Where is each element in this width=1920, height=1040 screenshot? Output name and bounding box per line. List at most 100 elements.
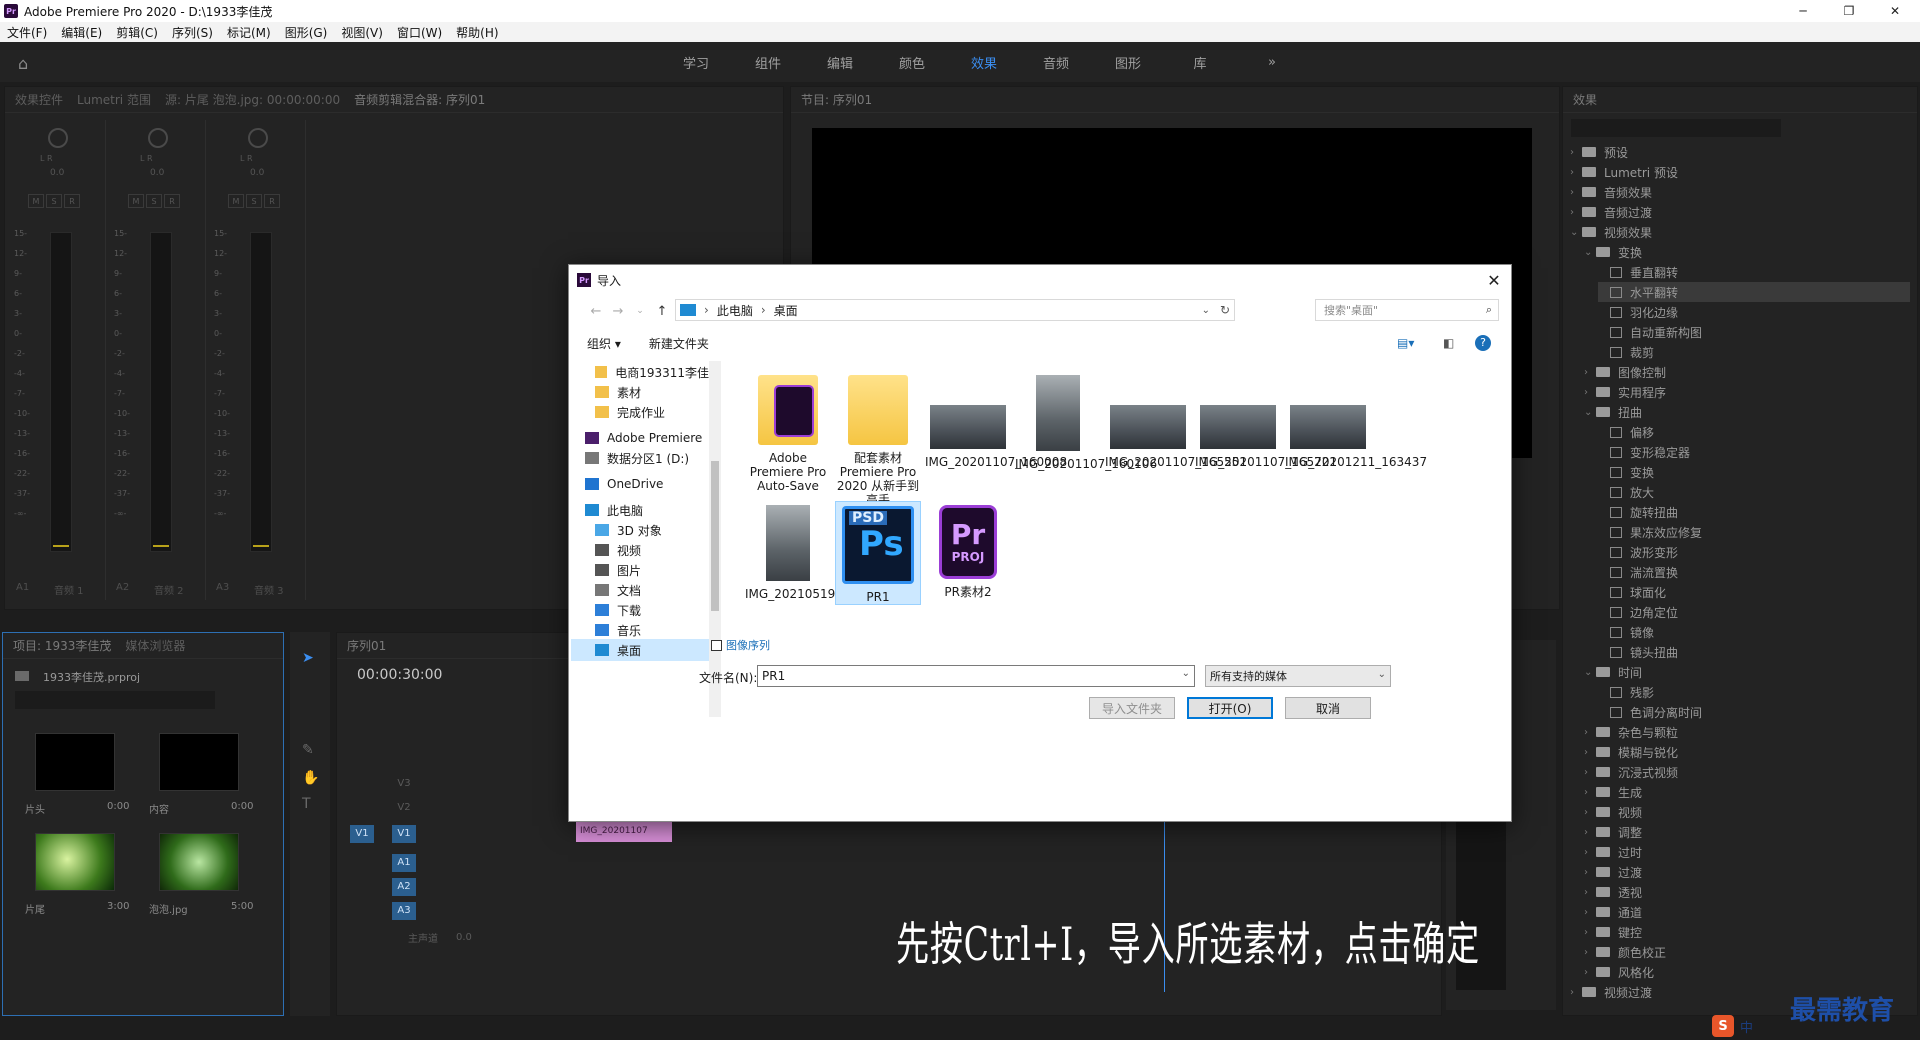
- nav-scrollbar[interactable]: [709, 361, 721, 717]
- project-item-thumb[interactable]: [159, 733, 239, 791]
- nav-item[interactable]: 素材: [571, 381, 709, 403]
- image-sequence-label[interactable]: 图像序列: [726, 637, 770, 653]
- nav-item[interactable]: Adobe Premiere: [571, 427, 709, 449]
- effects-tree-item[interactable]: › 沉浸式视频: [1584, 762, 1910, 782]
- chevron-right-icon[interactable]: ›: [1570, 167, 1582, 178]
- forward-arrow-icon[interactable]: →: [607, 304, 629, 319]
- file-item[interactable]: IMG_20201107_165721: [1195, 371, 1337, 469]
- chevron-right-icon[interactable]: ›: [1584, 387, 1596, 398]
- timeline-sequence-tab[interactable]: 序列01: [347, 637, 386, 654]
- filename-input[interactable]: PR1 ⌄: [757, 665, 1195, 687]
- chevron-right-icon[interactable]: ›: [1584, 807, 1596, 818]
- effects-tree-item[interactable]: › 颜色校正: [1584, 942, 1910, 962]
- effects-tree-item[interactable]: › 过渡: [1584, 862, 1910, 882]
- track-label[interactable]: A1: [392, 854, 416, 872]
- chevron-down-icon[interactable]: ⌄: [1182, 668, 1190, 679]
- menu-file[interactable]: 文件(F): [0, 24, 54, 41]
- record-button[interactable]: R: [64, 194, 80, 208]
- solo-button[interactable]: S: [46, 194, 62, 208]
- nav-item[interactable]: 下载: [571, 599, 709, 621]
- pen-tool-icon[interactable]: ✎: [302, 742, 314, 758]
- volume-meter[interactable]: [50, 232, 72, 552]
- workspace-tab-color[interactable]: 颜色: [876, 53, 948, 72]
- refresh-icon[interactable]: ↻: [1220, 303, 1230, 317]
- mute-button[interactable]: M: [28, 194, 44, 208]
- filetype-select[interactable]: 所有支持的媒体 ⌄: [1205, 665, 1391, 687]
- track-label[interactable]: A3: [392, 902, 416, 920]
- effects-tree-item[interactable]: 球面化: [1598, 582, 1910, 602]
- organize-button[interactable]: 组织 ▾: [587, 335, 621, 352]
- breadcrumb-desktop[interactable]: 桌面: [774, 302, 798, 319]
- effects-tree-item[interactable]: ⌄ 视频效果: [1570, 222, 1910, 242]
- file-item[interactable]: Pr PROJ PR素材2: [925, 501, 1011, 599]
- chevron-right-icon[interactable]: ›: [1584, 927, 1596, 938]
- workspace-tab-graphics[interactable]: 图形: [1092, 53, 1164, 72]
- effects-tree-item[interactable]: › 生成: [1584, 782, 1910, 802]
- project-item-thumb[interactable]: [35, 833, 115, 891]
- project-item-thumb[interactable]: [35, 733, 115, 791]
- nav-item[interactable]: 音乐: [571, 619, 709, 641]
- chevron-down-icon[interactable]: ⌄: [1570, 227, 1582, 238]
- effects-tree-item[interactable]: 镜像: [1598, 622, 1910, 642]
- track-label[interactable]: A2: [392, 878, 416, 896]
- address-dropdown-icon[interactable]: ⌄: [1202, 305, 1210, 316]
- tab-source[interactable]: 源: 片尾 泡泡.jpg: 00:00:00:00: [165, 91, 340, 108]
- effects-tree-item[interactable]: › 键控: [1584, 922, 1910, 942]
- tab-audio-clip-mixer[interactable]: 音频剪辑混合器: 序列01: [354, 91, 485, 108]
- menu-sequence[interactable]: 序列(S): [165, 24, 220, 41]
- effects-tree-item[interactable]: › 图像控制: [1584, 362, 1910, 382]
- up-arrow-icon[interactable]: ↑: [651, 304, 673, 319]
- menu-edit[interactable]: 编辑(E): [54, 24, 109, 41]
- menu-graphics[interactable]: 图形(G): [278, 24, 335, 41]
- close-icon[interactable]: ✕: [1483, 269, 1505, 291]
- chevron-down-icon[interactable]: ⌄: [1378, 669, 1386, 680]
- tab-effect-controls[interactable]: 效果控件: [15, 91, 63, 108]
- track-label[interactable]: V2: [392, 799, 416, 817]
- project-item-thumb[interactable]: [159, 833, 239, 891]
- file-item[interactable]: Adobe Premiere Pro Auto-Save: [745, 371, 831, 493]
- nav-item[interactable]: 电商193311李佳: [571, 361, 709, 383]
- effects-tree-item[interactable]: › 音频效果: [1570, 182, 1910, 202]
- sogou-ime-icon[interactable]: S: [1712, 1015, 1734, 1037]
- address-bar[interactable]: › 此电脑 › 桌面 ⌄ ↻: [675, 299, 1235, 321]
- home-icon[interactable]: ⌂: [18, 54, 36, 73]
- record-button[interactable]: R: [264, 194, 280, 208]
- file-item[interactable]: 配套素材 Premiere Pro 2020 从新手到高手: [835, 371, 921, 507]
- chevron-right-icon[interactable]: ›: [1584, 727, 1596, 738]
- effects-tree-item[interactable]: 羽化边缘: [1598, 302, 1910, 322]
- effects-tree-item[interactable]: ⌄ 变换: [1584, 242, 1910, 262]
- chevron-down-icon[interactable]: ⌄: [1584, 247, 1596, 258]
- type-tool-icon[interactable]: T: [302, 796, 311, 812]
- help-icon[interactable]: ?: [1475, 335, 1491, 351]
- chevron-right-icon[interactable]: ›: [1570, 987, 1582, 998]
- menu-clip[interactable]: 剪辑(C): [109, 24, 165, 41]
- menu-marker[interactable]: 标记(M): [220, 24, 278, 41]
- mute-button[interactable]: M: [128, 194, 144, 208]
- nav-item[interactable]: 完成作业: [571, 401, 709, 423]
- nav-item[interactable]: 3D 对象: [571, 519, 709, 541]
- nav-item[interactable]: 视频: [571, 539, 709, 561]
- effects-search-input[interactable]: [1571, 119, 1781, 137]
- mute-button[interactable]: M: [228, 194, 244, 208]
- chevron-right-icon[interactable]: ›: [1584, 967, 1596, 978]
- image-sequence-checkbox[interactable]: [711, 639, 722, 651]
- chevron-right-icon[interactable]: ›: [1584, 367, 1596, 378]
- effects-tree-item[interactable]: › Lumetri 预设: [1570, 162, 1910, 182]
- effects-tree-item[interactable]: 残影: [1598, 682, 1910, 702]
- chevron-right-icon[interactable]: ›: [1570, 147, 1582, 158]
- effects-tree-item[interactable]: 裁剪: [1598, 342, 1910, 362]
- pan-knob[interactable]: [48, 128, 68, 148]
- file-item[interactable]: IMG_20201107_160106: [1015, 371, 1157, 471]
- minimize-button[interactable]: ─: [1780, 0, 1826, 22]
- effects-tree-item[interactable]: › 模糊与锐化: [1584, 742, 1910, 762]
- chevron-right-icon[interactable]: ›: [1570, 207, 1582, 218]
- chevron-right-icon[interactable]: ›: [1584, 947, 1596, 958]
- effects-tree-item[interactable]: › 预设: [1570, 142, 1910, 162]
- pan-knob[interactable]: [148, 128, 168, 148]
- effects-tree-item[interactable]: 镜头扭曲: [1598, 642, 1910, 662]
- nav-item[interactable]: 文档: [571, 579, 709, 601]
- menu-help[interactable]: 帮助(H): [449, 24, 505, 41]
- effects-tree-item[interactable]: › 杂色与颗粒: [1584, 722, 1910, 742]
- chevron-right-icon[interactable]: ›: [1584, 847, 1596, 858]
- effects-tree-item[interactable]: › 过时: [1584, 842, 1910, 862]
